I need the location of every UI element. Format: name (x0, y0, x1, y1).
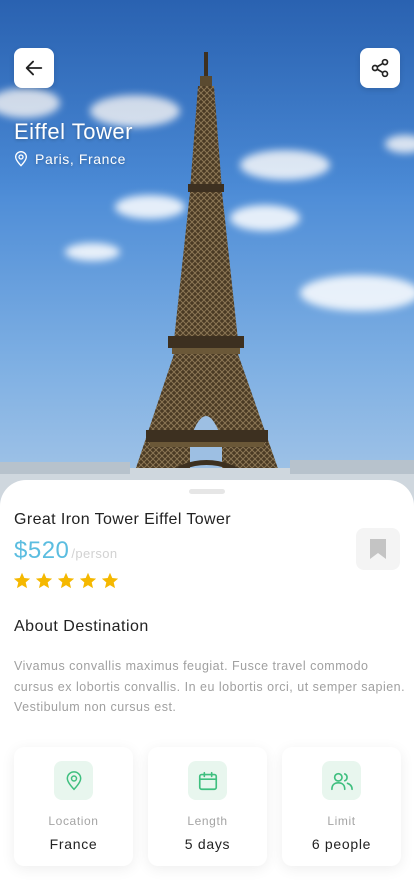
star-icon (13, 572, 31, 589)
bookmark-icon (370, 539, 386, 559)
star-icon (57, 572, 75, 589)
card-icon-wrap (54, 761, 93, 800)
price-row: $520 /person (14, 537, 118, 565)
card-icon-wrap (322, 761, 361, 800)
card-label: Length (187, 814, 228, 828)
card-icon-wrap (188, 761, 227, 800)
about-text: Vivamus convallis maximus feugiat. Fusce… (14, 659, 406, 714)
calendar-icon (198, 771, 217, 790)
share-button[interactable] (360, 48, 400, 88)
star-icon (101, 572, 119, 589)
info-card-length[interactable]: Length 5 days (148, 747, 267, 866)
star-icon (35, 572, 53, 589)
card-label: Location (48, 814, 99, 828)
rating-stars (13, 572, 119, 589)
card-value: 5 days (184, 836, 231, 852)
eiffel-tower-illustration (0, 52, 414, 510)
info-card-limit[interactable]: Limit 6 people (282, 747, 401, 866)
map-pin-icon (66, 770, 81, 790)
star-icon (79, 572, 97, 589)
info-cards: Location France Length 5 days Limit 6 pe… (14, 747, 401, 866)
share-icon (371, 58, 389, 78)
back-button[interactable] (14, 48, 54, 88)
about-heading: About Destination (14, 618, 149, 635)
price-amount: $520 (14, 537, 70, 564)
price-unit: /person (71, 546, 118, 561)
drag-handle[interactable] (189, 489, 225, 494)
info-card-location[interactable]: Location France (14, 747, 133, 866)
card-value: 6 people (311, 836, 372, 852)
details-sheet: Great Iron Tower Eiffel Tower $520 /pers… (0, 480, 414, 896)
destination-title: Eiffel Tower (14, 119, 133, 144)
card-label: Limit (327, 814, 356, 828)
map-pin-icon (14, 151, 28, 167)
place-name: Great Iron Tower Eiffel Tower (14, 511, 232, 528)
destination-location: Paris, France (13, 150, 126, 168)
card-value: France (49, 836, 98, 852)
hero-image: Eiffel Tower Paris, France (0, 0, 414, 510)
location-label: Paris, France (35, 151, 127, 167)
arrow-left-icon (25, 60, 43, 76)
users-icon (330, 772, 353, 790)
bookmark-button[interactable] (356, 528, 400, 570)
